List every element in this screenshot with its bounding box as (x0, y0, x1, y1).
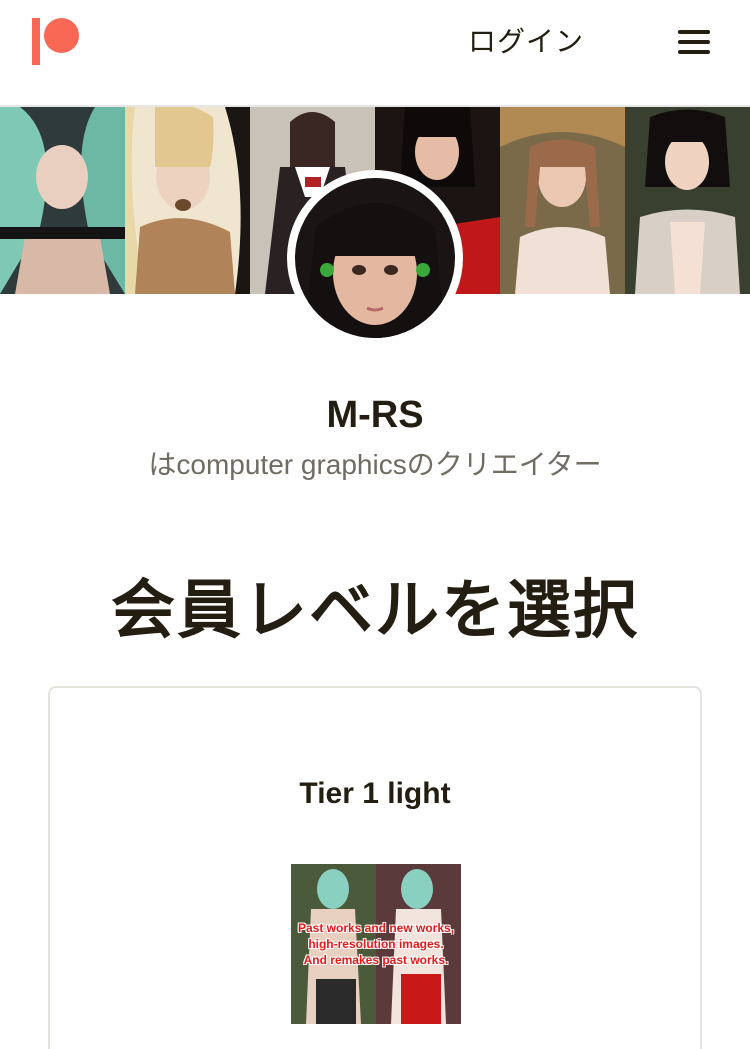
tier-name: Tier 1 light (299, 777, 451, 810)
banner-image-1 (0, 107, 125, 294)
patreon-logo-icon[interactable] (32, 18, 82, 66)
page: ログイン M-RS はcomputer graphicsのクリエイター 会員レベ… (0, 0, 750, 1049)
avatar-frame (287, 170, 463, 346)
tier-card[interactable]: Tier 1 light Past works and new works, h… (48, 686, 702, 1049)
section-title: 会員レベルを選択 (111, 574, 639, 646)
creator-subtitle: はcomputer graphicsのクリエイター (148, 449, 602, 480)
logo-bar (32, 18, 40, 65)
avatar[interactable] (295, 178, 455, 338)
logo-circle (44, 18, 79, 53)
hamburger-menu-icon[interactable] (678, 28, 710, 56)
banner-image-2 (125, 107, 250, 294)
tier-image-caption: Past works and new works, high-resolutio… (297, 921, 455, 967)
top-nav: ログイン (0, 0, 750, 107)
menu-line (678, 40, 710, 44)
creator-name: M-RS (326, 394, 424, 436)
banner-image-5 (500, 107, 625, 294)
menu-line (678, 50, 710, 54)
login-link[interactable]: ログイン (468, 24, 584, 60)
tier-image: Past works and new works, high-resolutio… (291, 864, 461, 1024)
banner-image-6 (625, 107, 750, 294)
menu-line (678, 30, 710, 34)
